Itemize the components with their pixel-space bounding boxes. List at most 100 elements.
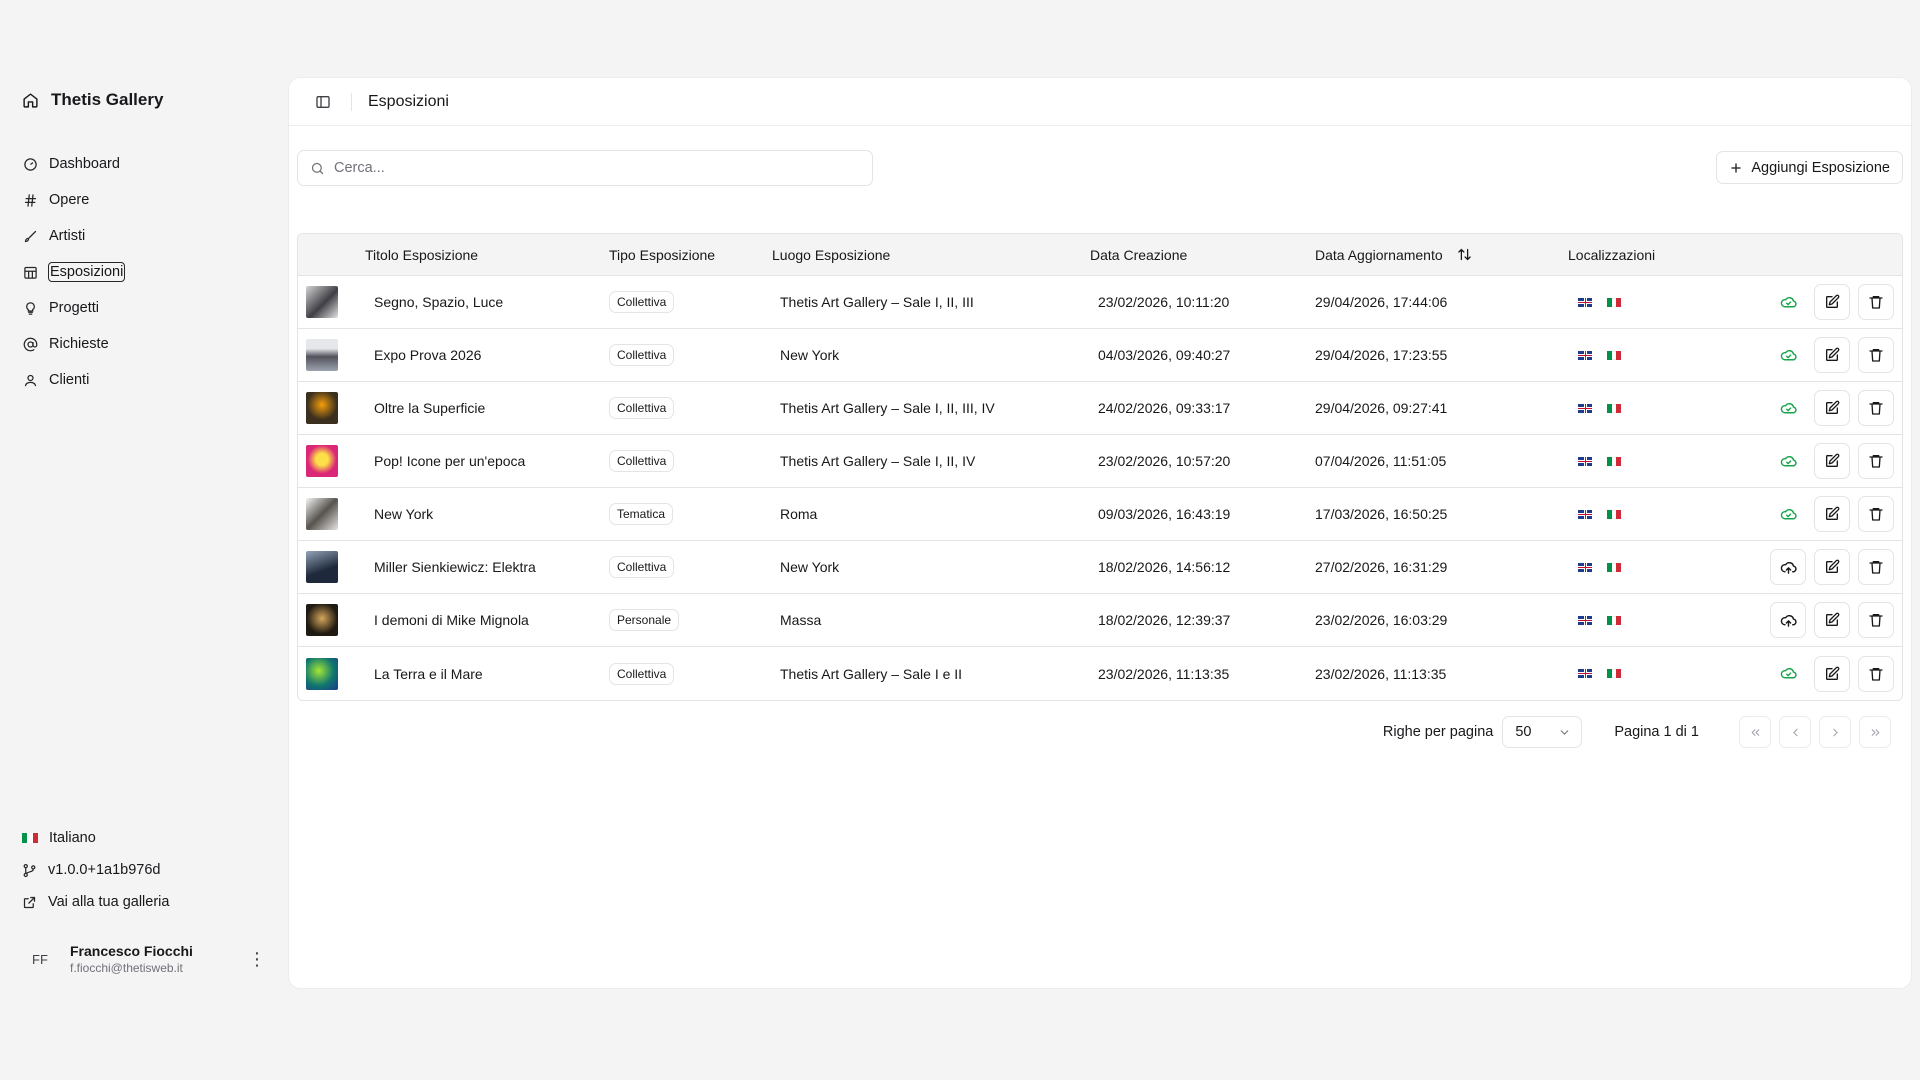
row-actions — [1698, 337, 1902, 373]
uk-flag-icon — [1578, 350, 1592, 360]
column-header-created[interactable]: Data Creazione — [1090, 247, 1315, 263]
type-cell: Personale — [609, 609, 772, 631]
trash-icon — [1869, 455, 1883, 468]
exhibition-thumbnail — [306, 604, 338, 636]
sidebar-item-dashboard[interactable]: Dashboard — [22, 146, 262, 182]
cloud-upload-button[interactable] — [1770, 602, 1806, 638]
delete-button[interactable] — [1858, 655, 1894, 692]
sidebar-item-esposizioni[interactable]: Esposizioni — [22, 254, 262, 290]
type-cell: Collettiva — [609, 291, 772, 313]
sidebar-item-artisti[interactable]: Artisti — [22, 218, 262, 254]
calendar-grid-icon — [22, 264, 38, 280]
localizations-cell — [1568, 669, 1698, 678]
language-selector[interactable]: Italiano — [22, 822, 272, 854]
gallery-link[interactable]: Vai alla tua galleria — [22, 886, 272, 918]
brand[interactable]: Thetis Gallery — [22, 90, 163, 110]
italy-flag-icon — [1607, 615, 1622, 625]
sidebar-item-clienti[interactable]: Clienti — [22, 362, 262, 398]
trash-icon — [1869, 402, 1883, 415]
column-header-place[interactable]: Luogo Esposizione — [772, 247, 1090, 263]
row-actions — [1698, 390, 1902, 426]
uk-flag-icon — [1578, 509, 1592, 519]
edit-button[interactable] — [1814, 284, 1850, 320]
trash-icon — [1869, 614, 1883, 627]
delete-button[interactable] — [1858, 390, 1894, 426]
column-header-type[interactable]: Tipo Esposizione — [609, 247, 772, 263]
cloud-synced-button[interactable] — [1770, 284, 1806, 320]
column-header-title[interactable]: Titolo Esposizione — [354, 247, 609, 263]
gauge-icon — [22, 156, 38, 172]
row-actions — [1698, 284, 1902, 320]
table-row[interactable]: Pop! Icone per un'epoca Collettiva Thetis … — [298, 435, 1902, 488]
delete-button[interactable] — [1858, 602, 1894, 638]
table-row[interactable]: I demoni di Mike Mignola Personale Massa 18… — [298, 594, 1902, 647]
user-menu[interactable]: FF Francesco Fiocchi f.fiocchi@thetisweb… — [22, 938, 266, 980]
created-date: 18/02/2026, 14:56:12 — [1098, 559, 1231, 575]
table-row[interactable]: La Terra e il Mare Collettiva Thetis Art G… — [298, 647, 1902, 700]
delete-button[interactable] — [1858, 337, 1894, 373]
thumbnail-cell — [298, 498, 354, 530]
table-row[interactable]: Segno, Spazio, Luce Collettiva Thetis Art … — [298, 276, 1902, 329]
created-date: 09/03/2026, 16:43:19 — [1098, 506, 1231, 522]
edit-button[interactable] — [1814, 549, 1850, 585]
sidebar-item-richieste[interactable]: Richieste — [22, 326, 262, 362]
add-exhibition-button[interactable]: Aggiungi Esposizione — [1716, 151, 1903, 184]
cloud-synced-button[interactable] — [1770, 337, 1806, 373]
exhibition-title: Expo Prova 2026 — [374, 347, 482, 363]
italy-flag-icon — [1607, 669, 1622, 678]
cloud-check-icon — [1780, 668, 1797, 679]
trash-icon — [1869, 667, 1883, 681]
italy-flag-icon — [1607, 350, 1622, 360]
git-branch-icon — [23, 863, 36, 877]
cloud-upload-button[interactable] — [1770, 549, 1806, 585]
type-cell: Collettiva — [609, 556, 772, 578]
edit-icon — [1826, 453, 1840, 467]
localizations-cell — [1568, 403, 1698, 413]
created-date: 04/03/2026, 09:40:27 — [1098, 347, 1231, 363]
italy-flag-icon — [1607, 509, 1622, 519]
exhibition-title: I demoni di Mike Mignola — [374, 612, 529, 628]
table-row[interactable]: Expo Prova 2026 Collettiva New York 04/03/2… — [298, 329, 1902, 382]
sidebar-item-progetti[interactable]: Progetti — [22, 290, 262, 326]
uk-flag-icon — [1578, 456, 1592, 466]
column-header-updated[interactable]: Data Aggiornamento — [1315, 247, 1568, 263]
edit-button[interactable] — [1814, 496, 1850, 532]
cloud-synced-button[interactable] — [1770, 655, 1806, 692]
delete-button[interactable] — [1858, 443, 1894, 479]
previous-page-button[interactable] — [1779, 716, 1811, 748]
delete-button[interactable] — [1858, 496, 1894, 532]
type-cell: Collettiva — [609, 344, 772, 366]
first-page-button[interactable] — [1739, 716, 1771, 748]
sidebar: Thetis Gallery Dashboard Opere Artisti E… — [0, 0, 286, 1080]
table-row[interactable]: Miller Sienkiewicz: Elektra Collettiva New… — [298, 541, 1902, 594]
cloud-synced-button[interactable] — [1770, 390, 1806, 426]
more-vertical-icon[interactable]: ⋮ — [248, 950, 266, 968]
delete-button[interactable] — [1858, 284, 1894, 320]
table-row[interactable]: Oltre la Superficie Collettiva Thetis Art … — [298, 382, 1902, 435]
sidebar-toggle-icon[interactable] — [315, 94, 331, 110]
gallery-link-label: Vai alla tua galleria — [48, 894, 170, 910]
edit-button[interactable] — [1814, 655, 1850, 692]
edit-button[interactable] — [1814, 602, 1850, 638]
sidebar-item-label: Richieste — [49, 336, 109, 352]
edit-button[interactable] — [1814, 390, 1850, 426]
brush-icon — [22, 228, 38, 244]
search-input[interactable] — [334, 160, 834, 176]
edit-button[interactable] — [1814, 443, 1850, 479]
table-row[interactable]: New York Tematica Roma 09/03/2026, 16:43:19… — [298, 488, 1902, 541]
cloud-synced-button[interactable] — [1770, 443, 1806, 479]
cloud-synced-button[interactable] — [1770, 496, 1806, 532]
italy-flag-icon — [1607, 562, 1622, 572]
rows-per-page-value: 50 — [1515, 724, 1532, 740]
delete-button[interactable] — [1858, 549, 1894, 585]
edit-button[interactable] — [1814, 337, 1850, 373]
edit-icon — [1826, 347, 1840, 361]
trash-icon — [1869, 508, 1883, 521]
search-box — [297, 150, 873, 186]
sidebar-item-opere[interactable]: Opere — [22, 182, 262, 218]
sort-arrows-icon[interactable] — [1457, 247, 1472, 262]
rows-per-page-select[interactable]: 50 — [1502, 716, 1583, 748]
exhibition-place: Thetis Art Gallery – Sale I, II, III, IV — [780, 400, 995, 416]
last-page-button[interactable] — [1859, 716, 1891, 748]
next-page-button[interactable] — [1819, 716, 1851, 748]
